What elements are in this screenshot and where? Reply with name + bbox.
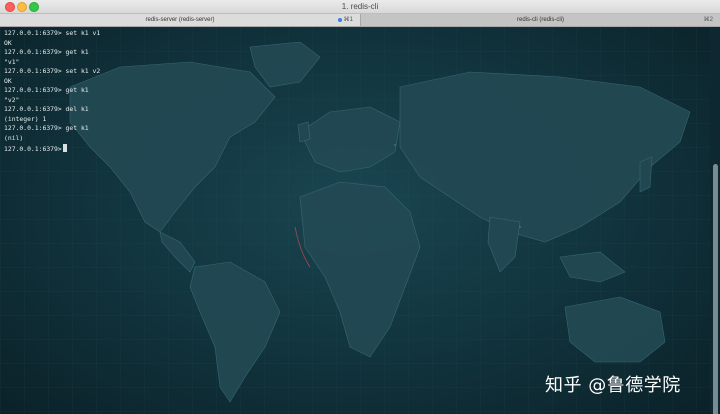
tab-label: redis-server (redis-server): [145, 17, 215, 23]
tab-redis-cli[interactable]: redis-cli (redis-cli) ⌘2: [361, 14, 720, 26]
tab-shortcut: ⌘1: [343, 17, 353, 23]
terminal-line: OK: [4, 38, 12, 47]
activity-indicator-icon: [338, 18, 342, 22]
terminal-pane[interactable]: 127.0.0.1:6379> set k1 v1 OK 127.0.0.1:6…: [0, 27, 710, 414]
tab-label: redis-cli (redis-cli): [516, 17, 564, 23]
world-map-background: [0, 27, 710, 414]
terminal-line: OK: [4, 76, 12, 85]
terminal-window: 1. redis-cli redis-server (redis-server)…: [0, 0, 720, 414]
text-cursor: [62, 143, 67, 152]
watermark-text: 知乎 @鲁德学院: [545, 375, 681, 396]
scrollbar[interactable]: [710, 27, 720, 414]
tab-bar: redis-server (redis-server) ⌘1 redis-cli…: [0, 14, 720, 27]
tab-shortcut: ⌘2: [703, 17, 713, 23]
title-bar: 1. redis-cli: [0, 0, 720, 14]
terminal-line: 127.0.0.1:6379> set k1 v1: [4, 29, 101, 37]
terminal-line: (nil): [4, 134, 24, 143]
terminal-line: "v1": [4, 57, 20, 66]
terminal-line: 127.0.0.1:6379> set k1 v2: [4, 67, 101, 76]
scrollbar-thumb[interactable]: [713, 164, 718, 414]
terminal-line: 127.0.0.1:6379> get k1: [4, 86, 89, 95]
terminal-prompt: 127.0.0.1:6379>: [4, 144, 62, 153]
terminal-output: 127.0.0.1:6379> set k1 v1 OK 127.0.0.1:6…: [4, 29, 100, 153]
terminal-prompt-line[interactable]: 127.0.0.1:6379>: [4, 143, 100, 154]
terminal-line: (integer) 1: [4, 114, 47, 123]
terminal-line: 127.0.0.1:6379> get k1: [4, 124, 89, 133]
terminal-line: "v2": [4, 95, 20, 104]
window-title: 1. redis-cli: [341, 2, 379, 11]
tab-redis-server[interactable]: redis-server (redis-server) ⌘1: [0, 14, 361, 26]
terminal-line: 127.0.0.1:6379> get k1: [4, 48, 89, 57]
terminal-line: 127.0.0.1:6379> del k1: [4, 105, 89, 114]
